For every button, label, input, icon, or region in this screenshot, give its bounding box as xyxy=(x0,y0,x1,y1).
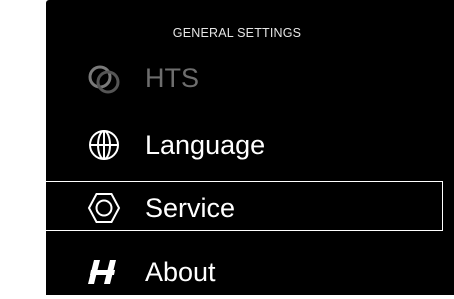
hexagon-nut-icon xyxy=(87,193,121,223)
menu-item-label: HTS xyxy=(145,63,199,93)
globe-icon xyxy=(89,130,119,160)
menu-item-language[interactable]: Language xyxy=(46,118,454,172)
menu-item-label: Language xyxy=(145,130,266,160)
menu-item-about[interactable]: About xyxy=(46,245,454,299)
hasselblad-h-icon xyxy=(88,260,116,284)
menu-item-hts[interactable]: HTS xyxy=(46,51,454,105)
menu-title: GENERAL SETTINGS xyxy=(172,26,302,40)
hts-icon xyxy=(88,65,120,94)
menu-item-label: Service xyxy=(145,193,236,223)
menu-item-service[interactable]: Service xyxy=(46,181,454,235)
menu-item-label: About xyxy=(145,257,216,287)
